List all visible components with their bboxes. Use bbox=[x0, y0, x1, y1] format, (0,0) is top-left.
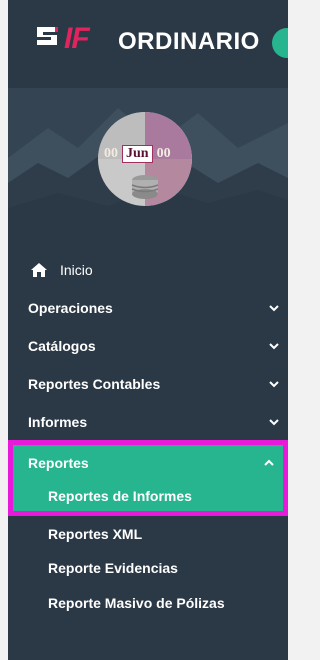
logo-bar: IF ORDINARIO bbox=[8, 0, 288, 88]
chevron-down-icon bbox=[269, 381, 279, 388]
app-title: ORDINARIO bbox=[118, 28, 260, 55]
submenu-item-reporte-masivo-polizas[interactable]: Reporte Masivo de Pólizas bbox=[8, 586, 288, 620]
chevron-down-icon bbox=[269, 305, 279, 312]
sidebar-item-reportes-contables[interactable]: Reportes Contables bbox=[8, 366, 288, 402]
chevron-down-icon bbox=[269, 419, 279, 426]
sidebar-item-operaciones[interactable]: Operaciones bbox=[8, 290, 288, 326]
sidebar-item-label: Reportes Contables bbox=[28, 376, 161, 392]
status-indicator[interactable] bbox=[272, 28, 288, 58]
home-icon bbox=[31, 263, 47, 277]
submenu-item-reportes-de-informes[interactable]: Reportes de Informes bbox=[13, 481, 283, 511]
sidebar-item-label: Reportes bbox=[28, 455, 89, 471]
sidebar-item-informes[interactable]: Informes bbox=[8, 404, 288, 440]
submenu-item-reporte-evidencias[interactable]: Reporte Evidencias bbox=[8, 551, 288, 585]
logo-s-icon bbox=[37, 27, 58, 45]
chevron-up-icon bbox=[264, 459, 274, 466]
sidebar-item-catalogos[interactable]: Catálogos bbox=[8, 328, 288, 364]
profile-banner: 00 Jun 00 bbox=[8, 88, 288, 238]
logo-text: IF bbox=[64, 22, 90, 55]
date-display: 00 Jun 00 bbox=[100, 143, 175, 165]
submenu-item-reportes-xml[interactable]: Reportes XML bbox=[8, 517, 288, 551]
sidebar-item-inicio[interactable]: Inicio bbox=[8, 252, 288, 288]
sidebar-item-reportes[interactable]: Reportes bbox=[13, 445, 283, 481]
sidebar: IF ORDINARIO 00 Jun 00 Inicio Operacione… bbox=[8, 0, 288, 660]
reportes-highlight: Reportes Reportes de Informes bbox=[8, 440, 288, 516]
date-month: Jun bbox=[122, 145, 153, 163]
sidebar-item-label: Inicio bbox=[60, 262, 93, 278]
date-day: 00 bbox=[104, 146, 118, 161]
sidebar-item-label: Informes bbox=[28, 414, 88, 430]
date-year: 00 bbox=[156, 146, 171, 161]
sidebar-item-label: Catálogos bbox=[28, 338, 96, 354]
chevron-down-icon bbox=[269, 343, 279, 350]
sidebar-item-label: Operaciones bbox=[28, 300, 113, 316]
